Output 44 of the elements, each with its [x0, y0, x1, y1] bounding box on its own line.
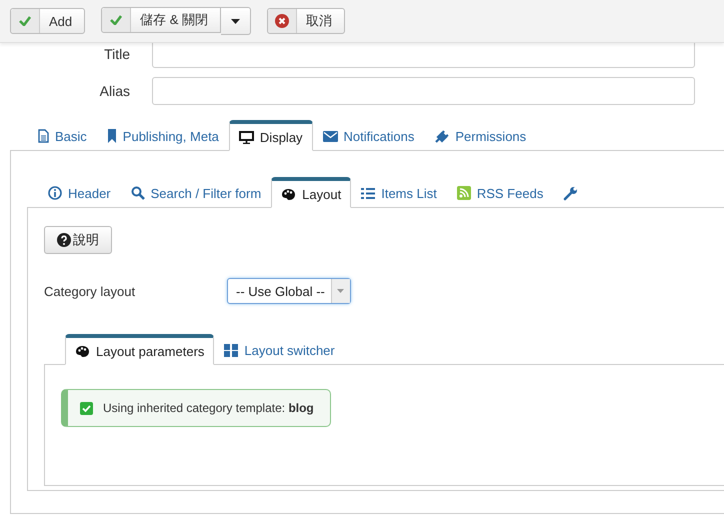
caret-icon [337, 289, 344, 293]
tab[interactable]: Search / Filter form [120, 178, 272, 208]
help-button[interactable]: 說明 [44, 226, 112, 254]
field-label: Alias [98, 83, 131, 99]
info-icon [48, 186, 62, 200]
dropdown-button[interactable] [221, 7, 252, 35]
grid-icon [224, 344, 238, 356]
question-icon [57, 233, 71, 247]
tab[interactable]: Display [228, 120, 313, 151]
caret-icon [231, 18, 240, 24]
envelope-icon [322, 130, 338, 142]
text-field[interactable] [152, 77, 695, 105]
layout-select[interactable]: -- Use Global -- [227, 278, 351, 304]
list-icon [361, 186, 376, 200]
tab[interactable]: Header [38, 178, 121, 208]
tab[interactable]: Permissions [424, 121, 536, 151]
tab[interactable]: Layout [271, 177, 352, 208]
save-button[interactable]: Add [10, 8, 86, 34]
tab[interactable]: RSS Feeds [446, 178, 554, 208]
tab[interactable]: Notifications [312, 121, 424, 151]
cancel-button[interactable]: 取消 [267, 8, 346, 34]
check-icon [19, 16, 31, 26]
palette-icon [281, 188, 296, 200]
tab[interactable]: Publishing, Meta [96, 121, 229, 151]
checkbox-icon [80, 402, 93, 414]
tab[interactable]: Layout parameters [65, 334, 214, 365]
bookmark-icon [106, 129, 117, 143]
text-field[interactable] [152, 43, 695, 68]
wrench-icon [563, 186, 578, 200]
save-button[interactable]: 儲存 & 關閉 [101, 7, 222, 33]
alert-message: Using inherited category template: blog [103, 401, 314, 415]
field-label: Category layout [44, 284, 136, 298]
tab[interactable]: Basic [28, 121, 97, 151]
tab[interactable]: Layout switcher [214, 335, 345, 365]
palette-icon [75, 344, 90, 358]
monitor-icon [238, 130, 254, 144]
document-icon [38, 129, 49, 143]
rss-icon [456, 186, 471, 200]
search-icon [130, 186, 145, 200]
check-icon [110, 15, 122, 25]
tab[interactable]: Items List [351, 178, 447, 208]
field-label: Title [103, 46, 131, 62]
cancel-icon [275, 14, 290, 28]
plug-icon [434, 128, 450, 144]
